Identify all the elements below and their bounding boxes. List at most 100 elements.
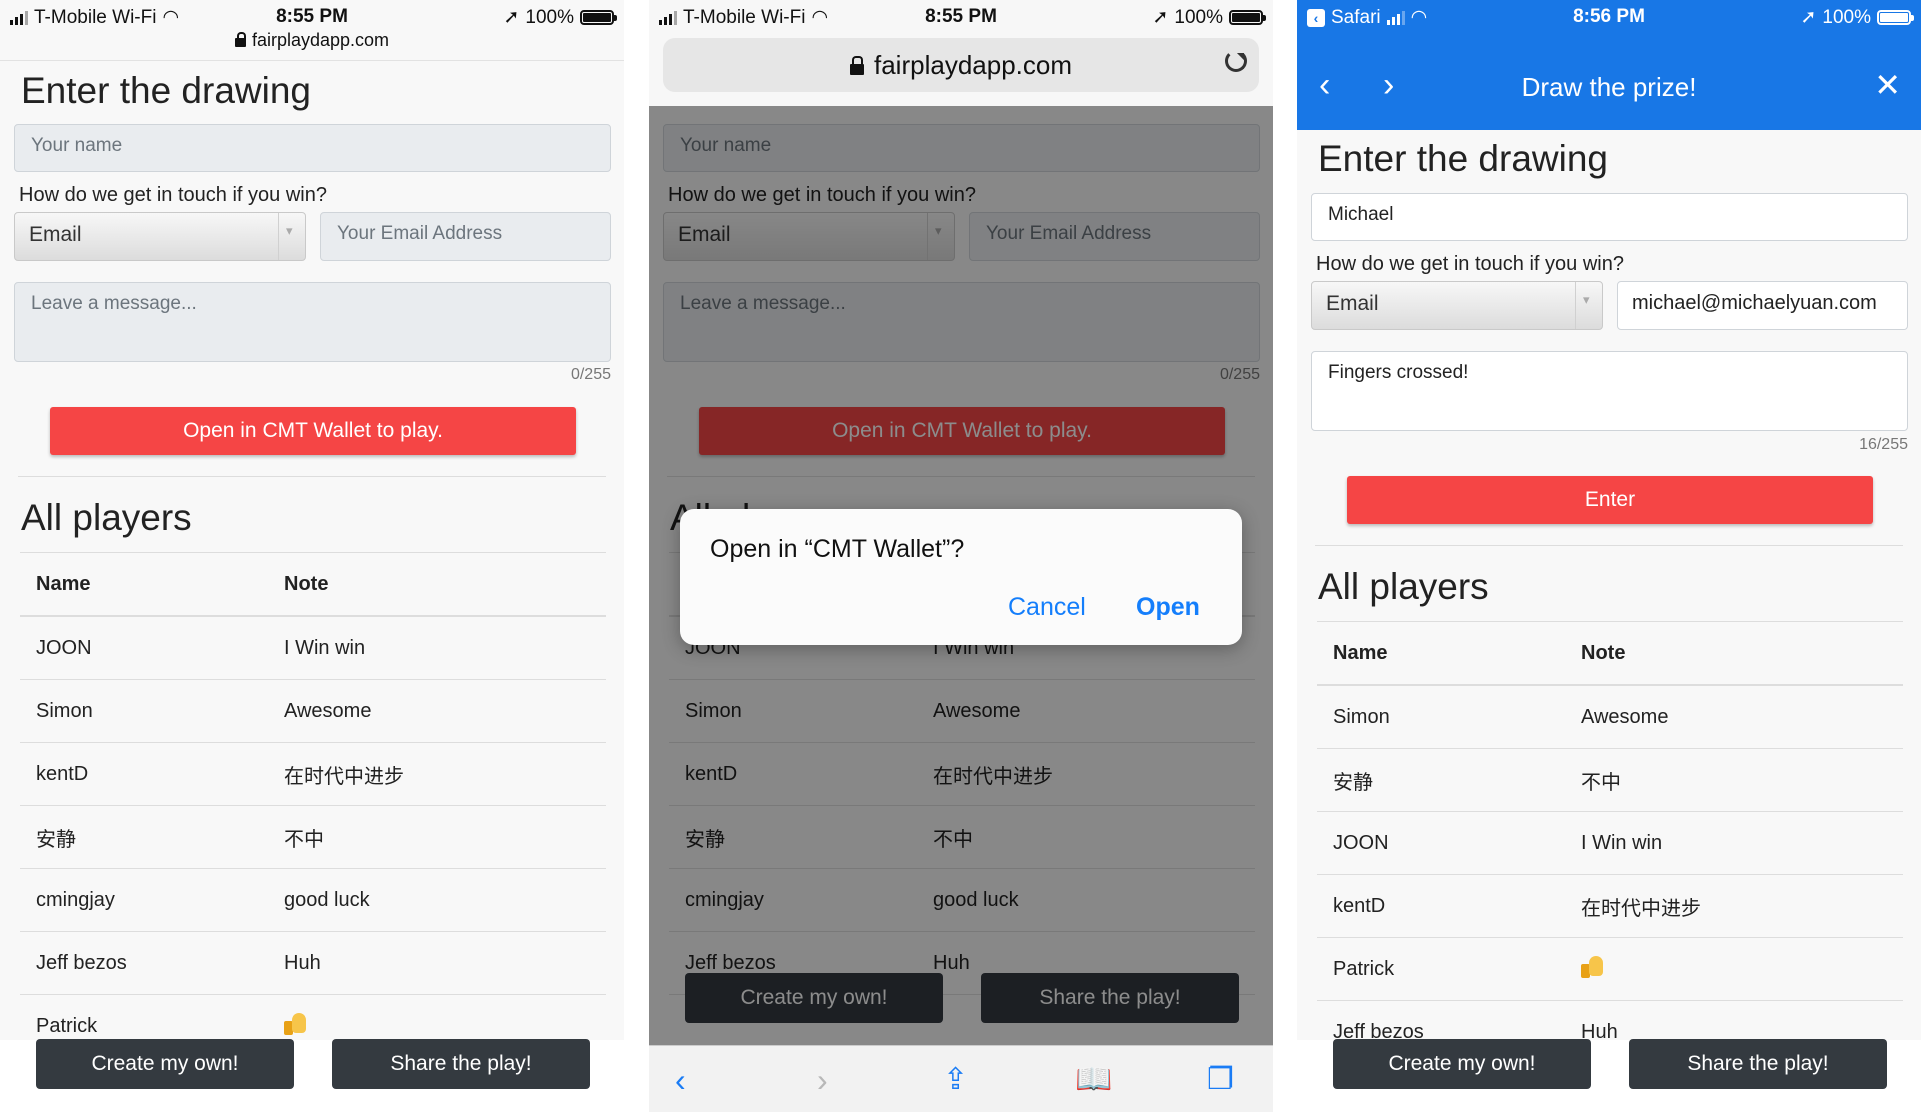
thumbs-up-icon: [1581, 954, 1603, 978]
player-note: 不中: [268, 805, 606, 869]
table-row: Patrick: [1317, 937, 1903, 1001]
share-play-button[interactable]: Share the play!: [332, 1039, 590, 1089]
safari-toolbar: ‹ › ⇪ 📖 ❐: [649, 1045, 1273, 1112]
contact-method-value: Email: [29, 223, 82, 246]
player-note: 不中: [1565, 748, 1903, 812]
email-input[interactable]: Your Email Address: [320, 212, 611, 261]
webview-header: ‹ Safari ◠ 8:56 PM ➚ 100% ‹ › Draw the priz…: [1297, 0, 1921, 130]
create-own-button[interactable]: Create my own!: [1333, 1039, 1591, 1089]
chevron-down-icon: [278, 213, 305, 260]
player-note: 在时代中进步: [268, 742, 606, 806]
player-name: JOON: [20, 616, 268, 680]
share-icon[interactable]: ⇪: [943, 1064, 968, 1096]
name-input[interactable]: Michael: [1311, 193, 1908, 241]
char-counter: 16/255: [1859, 436, 1908, 453]
thumbs-up-icon: [284, 1011, 306, 1035]
create-own-button[interactable]: Create my own!: [36, 1039, 294, 1089]
table-row: JOON I Win win: [20, 616, 606, 680]
phone-screen-2: Your name How do we get in touch if you …: [649, 0, 1273, 1112]
page-title: Enter the drawing: [1318, 138, 1609, 179]
player-name: cmingjay: [20, 868, 268, 932]
back-icon[interactable]: ‹: [675, 1064, 686, 1096]
players-table: Name Note Simon Awesome 安静 不中 JOON I Win win…: [1317, 621, 1903, 1064]
battery-percent: 100%: [1174, 6, 1223, 28]
chevron-down-icon: [1575, 282, 1602, 329]
table-row: kentD 在时代中进步: [1317, 874, 1903, 938]
table-row: cmingjay good luck: [20, 868, 606, 932]
battery-icon: [1877, 10, 1914, 25]
open-app-dialog: Open in “CMT Wallet”? Cancel Open: [680, 509, 1242, 645]
player-note: Awesome: [268, 679, 606, 743]
enter-button[interactable]: Enter: [1347, 476, 1873, 524]
player-note: I Win win: [1565, 811, 1903, 875]
players-heading: All players: [1318, 566, 1489, 607]
table-row: Jeff bezos Huh: [20, 931, 606, 995]
player-name: JOON: [1317, 811, 1565, 875]
battery-icon: [580, 10, 617, 25]
page-title: Enter the drawing: [21, 70, 312, 111]
lock-icon: [234, 32, 246, 47]
phone-screen-3: ‹ Safari ◠ 8:56 PM ➚ 100% ‹ › Draw the priz…: [1297, 0, 1921, 1112]
email-input[interactable]: michael@michaelyuan.com: [1617, 281, 1908, 330]
column-header-name: Name: [20, 552, 268, 617]
location-icon: ➚: [1152, 7, 1169, 28]
player-name: 安静: [1317, 748, 1565, 812]
player-note: Awesome: [1565, 685, 1903, 749]
players-table: NameNote JOONI Win win SimonAwesome kent…: [20, 552, 606, 1058]
contact-method-select[interactable]: Email: [14, 212, 306, 261]
player-name: Simon: [20, 679, 268, 743]
open-wallet-button[interactable]: Open in CMT Wallet to play.: [50, 407, 576, 455]
player-note: 在时代中进步: [1565, 874, 1903, 938]
table-row: JOON I Win win: [1317, 811, 1903, 875]
phone-screen-1: T-Mobile Wi-Fi ◠ 8:55 PM ➚ 100% fairplayda…: [0, 0, 624, 1112]
url-text: fairplaydapp.com: [251, 30, 390, 50]
table-row: Simon Awesome: [20, 679, 606, 743]
dialog-message: Open in “CMT Wallet”?: [710, 535, 965, 563]
status-bar: ‹ Safari ◠ 8:56 PM ➚ 100%: [1297, 0, 1921, 34]
players-heading: All players: [21, 497, 192, 538]
table-row: kentD 在时代中进步: [20, 742, 606, 806]
column-header-name: Name: [1317, 621, 1565, 686]
table-row: Simon Awesome: [1317, 685, 1903, 749]
tabs-icon[interactable]: ❐: [1207, 1064, 1234, 1096]
webview-title: Draw the prize!: [1521, 72, 1697, 102]
close-icon[interactable]: ✕: [1874, 66, 1901, 104]
status-bar: T-Mobile Wi-Fi ◠ 8:55 PM ➚ 100%: [0, 0, 624, 34]
contact-label: How do we get in touch if you win?: [1316, 253, 1624, 275]
char-counter: 0/255: [570, 366, 611, 383]
battery-percent: 100%: [525, 6, 574, 28]
player-note: good luck: [268, 868, 606, 932]
battery-percent: 100%: [1822, 6, 1871, 28]
player-name: Jeff bezos: [20, 931, 268, 995]
message-textarea[interactable]: Leave a message...: [14, 282, 611, 362]
column-header-note: Note: [268, 552, 606, 617]
address-bar[interactable]: fairplaydapp.com: [663, 38, 1259, 92]
address-bar[interactable]: fairplaydapp.com: [0, 30, 624, 51]
share-play-button[interactable]: Share the play!: [1629, 1039, 1887, 1089]
location-icon: ➚: [503, 7, 520, 28]
player-name: kentD: [20, 742, 268, 806]
player-name: Simon: [1317, 685, 1565, 749]
lock-icon: [850, 56, 864, 75]
player-name: 安静: [20, 805, 268, 869]
status-bar: T-Mobile Wi-Fi ◠ 8:55 PM ➚ 100%: [649, 0, 1273, 34]
table-row: 安静 不中: [1317, 748, 1903, 812]
contact-label: How do we get in touch if you win?: [19, 184, 327, 206]
player-note: I Win win: [268, 616, 606, 680]
forward-icon[interactable]: ›: [817, 1064, 828, 1096]
player-note: Huh: [268, 931, 606, 995]
contact-method-select[interactable]: Email: [1311, 281, 1603, 330]
dialog-open-button[interactable]: Open: [1136, 593, 1200, 622]
contact-method-value: Email: [1326, 292, 1379, 315]
dialog-cancel-button[interactable]: Cancel: [1008, 593, 1086, 622]
player-name: Patrick: [1317, 937, 1565, 1001]
reload-icon[interactable]: [1225, 50, 1247, 72]
battery-icon: [1229, 10, 1266, 25]
url-text: fairplaydapp.com: [874, 50, 1072, 80]
column-header-note: Note: [1565, 621, 1903, 686]
message-textarea[interactable]: Fingers crossed!: [1311, 351, 1908, 431]
name-input[interactable]: Your name: [14, 124, 611, 172]
location-icon: ➚: [1800, 7, 1817, 28]
bookmarks-icon[interactable]: 📖: [1075, 1064, 1112, 1096]
table-row: 安静 不中: [20, 805, 606, 869]
